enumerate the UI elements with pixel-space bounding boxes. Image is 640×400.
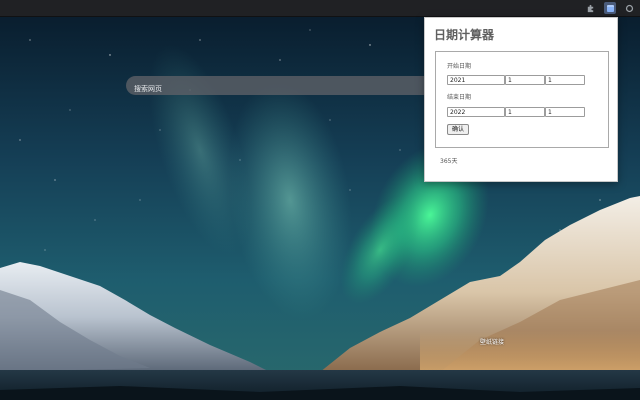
date-form: 开始日期 结束日期 确认 [435,51,609,148]
search-bar[interactable] [126,76,436,99]
end-day-input[interactable] [545,107,585,117]
end-date-label: 结束日期 [447,94,472,101]
calendar-icon[interactable] [604,2,616,14]
start-day-input[interactable] [545,75,585,85]
calendar-glyph [606,4,614,12]
end-month-input[interactable] [505,107,545,117]
puzzle-icon[interactable] [584,2,596,14]
screen: 壁纸链接 日期计算器 开始日期 结束日期 确认 365天 [0,0,640,400]
menu-icon[interactable] [623,2,635,14]
result-text: 365天 [440,158,458,165]
wallpaper-link[interactable]: 壁纸链接 [480,337,504,346]
search-input[interactable] [134,79,436,99]
end-year-input[interactable] [447,107,505,117]
start-date-label: 开始日期 [447,63,472,70]
confirm-button[interactable]: 确认 [447,124,470,135]
popup-title: 日期计算器 [434,28,495,42]
start-month-input[interactable] [505,75,545,85]
start-year-input[interactable] [447,75,505,85]
browser-toolbar [0,0,640,17]
date-calculator-popup: 日期计算器 开始日期 结束日期 确认 365天 [424,17,618,182]
